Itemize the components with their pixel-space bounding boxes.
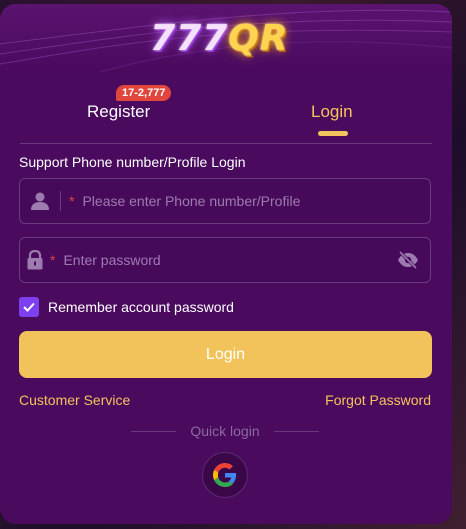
remember-row[interactable]: Remember account password (19, 297, 431, 317)
login-modal: 777QR Register 17-2,777 Login Support Ph… (0, 4, 452, 524)
remember-label: Remember account password (48, 299, 234, 315)
google-icon (213, 463, 237, 487)
eye-off-icon[interactable] (386, 251, 430, 269)
user-icon (20, 191, 60, 211)
field-divider (60, 191, 61, 211)
brand-logo: 777QR (150, 18, 289, 59)
phone-field[interactable]: * (19, 178, 431, 224)
active-tab-indicator (318, 131, 348, 136)
tab-login[interactable]: Login (311, 102, 353, 122)
help-links: Customer Service Forgot Password (19, 392, 431, 408)
password-field[interactable]: * (19, 237, 431, 283)
remember-checkbox[interactable] (19, 297, 39, 317)
password-input[interactable] (63, 252, 386, 268)
login-button[interactable]: Login (19, 331, 432, 378)
phone-input[interactable] (82, 193, 430, 209)
google-login-button[interactable] (202, 452, 248, 498)
divider-line (273, 430, 319, 432)
required-mark: * (50, 252, 56, 268)
brand-banner: 777QR (0, 4, 452, 72)
forgot-password-link[interactable]: Forgot Password (325, 392, 431, 408)
quick-login-divider: Quick login (19, 423, 431, 439)
login-form: Support Phone number/Profile Login * * (19, 154, 432, 498)
promo-badge: 17-2,777 (116, 85, 172, 101)
tab-register[interactable]: Register (87, 102, 150, 122)
divider-line (131, 430, 177, 432)
check-icon (23, 302, 35, 312)
lock-icon (20, 250, 50, 270)
auth-tabs: Register 17-2,777 Login (20, 72, 432, 144)
quick-login-label: Quick login (190, 423, 260, 439)
customer-service-link[interactable]: Customer Service (19, 392, 130, 408)
login-method-label: Support Phone number/Profile Login (19, 154, 246, 170)
required-mark: * (69, 193, 75, 209)
